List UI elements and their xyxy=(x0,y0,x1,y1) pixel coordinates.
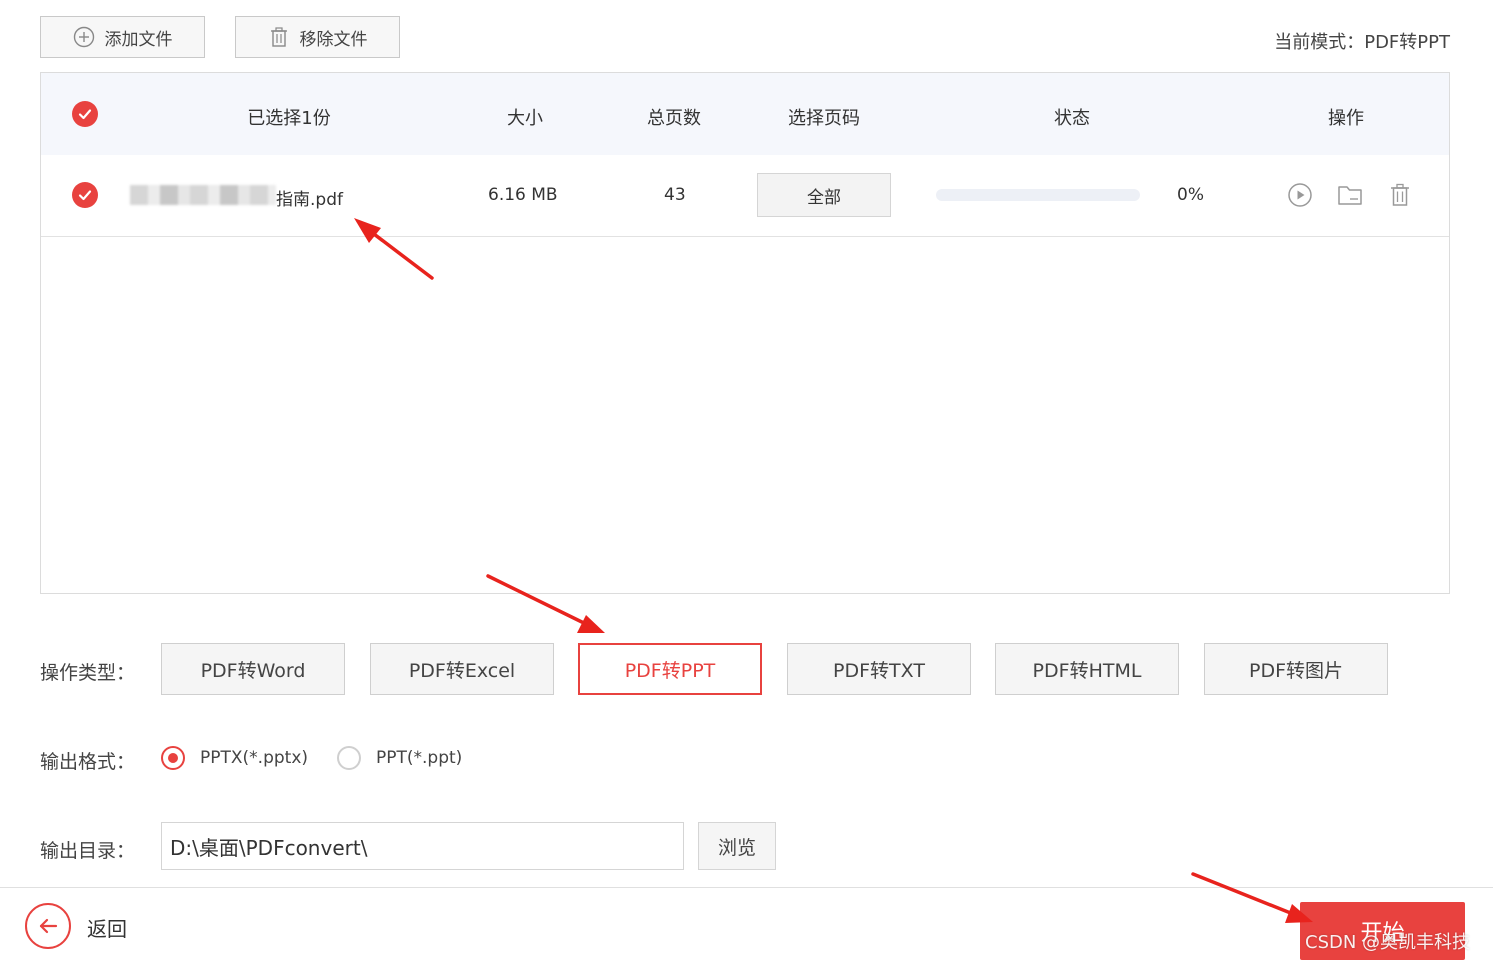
remove-file-button[interactable]: 移除文件 xyxy=(235,16,400,58)
header-pages: 总页数 xyxy=(647,108,701,129)
op-pdf-to-word-button[interactable]: PDF转Word xyxy=(161,643,345,695)
add-file-label: 添加文件 xyxy=(104,29,173,50)
row-checkbox[interactable] xyxy=(72,182,98,208)
browse-button[interactable]: 浏览 xyxy=(698,822,776,870)
file-size: 6.16 MB xyxy=(488,185,558,205)
output-dir-label: 输出目录： xyxy=(40,840,136,862)
back-label[interactable]: 返回 xyxy=(87,913,127,942)
folder-icon[interactable] xyxy=(1336,181,1364,209)
page-select-button[interactable]: 全部 xyxy=(757,173,891,217)
op-pdf-to-html-button[interactable]: PDF转HTML xyxy=(995,643,1179,695)
table-row: 指南.pdf 6.16 MB 43 全部 0% xyxy=(41,155,1449,237)
format-pptx-label[interactable]: PPTX(*.pptx) xyxy=(200,748,308,768)
file-table: 已选择1份 大小 总页数 选择页码 状态 操作 指南.pdf 6.16 MB 4… xyxy=(40,72,1450,594)
remove-file-label: 移除文件 xyxy=(299,29,368,50)
header-actions: 操作 xyxy=(1328,108,1364,129)
trash-icon xyxy=(270,27,287,47)
header-selected: 已选择1份 xyxy=(247,108,331,129)
output-dir-input[interactable] xyxy=(161,822,684,870)
format-pptx-radio[interactable] xyxy=(161,746,185,770)
check-icon xyxy=(78,190,92,201)
header-size: 大小 xyxy=(507,108,543,129)
format-ppt-radio[interactable] xyxy=(337,746,361,770)
footer-divider xyxy=(0,887,1493,888)
blurred-filename xyxy=(130,185,276,205)
plus-circle-icon xyxy=(73,26,94,48)
op-pdf-to-ppt-button[interactable]: PDF转PPT xyxy=(578,643,762,695)
arrow-to-start-button xyxy=(1191,872,1313,923)
operation-type-label: 操作类型： xyxy=(40,662,136,684)
file-name-suffix: 指南.pdf xyxy=(276,190,343,210)
header-status: 状态 xyxy=(1054,108,1090,129)
check-icon xyxy=(78,109,92,120)
arrow-left-icon xyxy=(39,918,58,934)
play-icon[interactable] xyxy=(1286,181,1314,209)
op-pdf-to-txt-button[interactable]: PDF转TXT xyxy=(787,643,971,695)
op-pdf-to-image-button[interactable]: PDF转图片 xyxy=(1204,643,1388,695)
format-ppt-label[interactable]: PPT(*.ppt) xyxy=(376,748,462,768)
output-format-label: 输出格式： xyxy=(40,751,136,773)
progress-text: 0% xyxy=(1177,185,1204,205)
header-page-select: 选择页码 xyxy=(788,108,860,129)
add-file-button[interactable]: 添加文件 xyxy=(40,16,205,58)
watermark-text: CSDN @奥凯丰科技 xyxy=(1305,932,1471,953)
back-button[interactable] xyxy=(25,903,71,949)
select-all-checkbox[interactable] xyxy=(72,101,98,127)
table-header: 已选择1份 大小 总页数 选择页码 状态 操作 xyxy=(41,73,1449,156)
file-pages: 43 xyxy=(664,185,686,205)
op-pdf-to-excel-button[interactable]: PDF转Excel xyxy=(370,643,554,695)
progress-bar xyxy=(936,189,1140,201)
current-mode-text: 当前模式：PDF转PPT xyxy=(1274,32,1450,53)
delete-icon[interactable] xyxy=(1386,181,1414,209)
